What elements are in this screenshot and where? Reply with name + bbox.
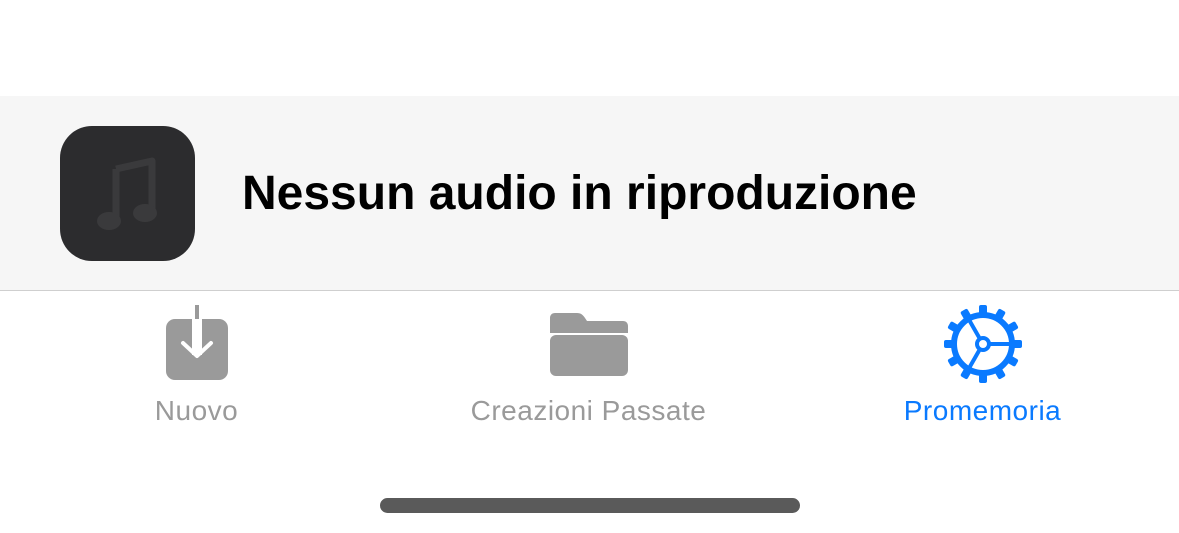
folder-icon — [549, 311, 629, 377]
tab-past-creations-label: Creazioni Passate — [470, 395, 707, 426]
tab-bar: Nuovo Creazioni Passate Promemoria — [0, 291, 1179, 451]
tab-reminders-label: Promemoria — [903, 395, 1062, 426]
tab-reminders[interactable]: Promemoria — [786, 291, 1179, 441]
artwork-placeholder — [60, 126, 195, 261]
download-tray-icon — [165, 305, 229, 381]
now-playing-bar[interactable]: Nessun audio in riproduzione — [0, 96, 1179, 291]
home-indicator[interactable] — [380, 498, 800, 513]
music-note-icon — [96, 155, 160, 233]
tab-new[interactable]: Nuovo — [0, 291, 393, 441]
now-playing-title: Nessun audio in riproduzione — [242, 167, 917, 220]
tab-new-label: Nuovo — [154, 395, 239, 426]
gear-icon — [943, 305, 1022, 383]
tab-past-creations[interactable]: Creazioni Passate — [392, 291, 785, 441]
